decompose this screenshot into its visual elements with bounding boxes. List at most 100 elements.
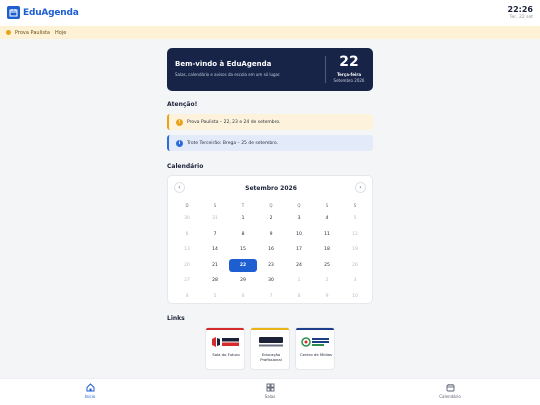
centro-de-midias-logo-icon: [299, 335, 333, 349]
calendar-day[interactable]: 23: [257, 258, 285, 274]
alert-text: Trote Terceirão: Brega – 25 de setembro.: [187, 140, 279, 146]
calendar-day[interactable]: 9: [257, 227, 285, 243]
calendar-day[interactable]: 27: [173, 273, 201, 289]
calendar-day[interactable]: 30: [257, 273, 285, 289]
calendar-day[interactable]: 9: [313, 289, 341, 305]
calendar-day[interactable]: 4: [313, 211, 341, 227]
warning-dot-icon: [6, 30, 11, 35]
calendar-day[interactable]: 10: [341, 289, 369, 305]
calendar-day[interactable]: 29: [229, 273, 257, 289]
educacao-profissional-logo-icon: [254, 335, 288, 349]
calendar-day[interactable]: 1: [285, 273, 313, 289]
link-educacao-profissional[interactable]: Educação Profissional: [250, 327, 290, 370]
calendar-week: 4 5 6 7 8 9 10: [173, 289, 369, 305]
weekday-label: S: [353, 203, 357, 208]
app-logo[interactable]: EduAgenda: [7, 6, 79, 19]
calendar-day[interactable]: 25: [313, 258, 341, 274]
calendar-day[interactable]: 7: [257, 289, 285, 305]
tab-calendario[interactable]: Calendário: [420, 383, 480, 399]
calendar-day[interactable]: 15: [229, 242, 257, 258]
calendar-month-label: Setembro 2026: [245, 185, 297, 192]
next-month-button[interactable]: ›: [355, 182, 366, 193]
weekday-label: Q: [297, 203, 301, 208]
calendar-day[interactable]: 24: [285, 258, 313, 274]
calendar-day[interactable]: 4: [173, 289, 201, 305]
calendar-day[interactable]: 12: [341, 227, 369, 243]
weekday-label: S: [325, 203, 329, 208]
weekday-label: S: [213, 203, 217, 208]
alert-prova-paulista[interactable]: ! Prova Paulista – 22, 23 e 24 de setemb…: [167, 114, 373, 130]
top-bar: EduAgenda 22:26 Ter, 22 set: [0, 0, 540, 26]
weekday-label: T: [241, 203, 245, 208]
calendar-day[interactable]: 11: [313, 227, 341, 243]
tab-inicio[interactable]: Início: [60, 383, 120, 399]
calendar-day[interactable]: 5: [341, 211, 369, 227]
info-icon: i: [176, 139, 183, 147]
calendar-day[interactable]: 3: [341, 273, 369, 289]
main-content: Bem-vindo à EduAgenda Salas, calendário …: [167, 48, 373, 370]
app-name: EduAgenda: [23, 7, 79, 18]
calendar-grid: D S T Q Q S S 30 31 1 2 3 4 5 6 7 8 9 10…: [173, 201, 369, 304]
calendar-day[interactable]: 13: [173, 242, 201, 258]
calendar-day[interactable]: 6: [229, 289, 257, 305]
calendar-day[interactable]: 8: [285, 289, 313, 305]
calendar-day[interactable]: 21: [201, 258, 229, 274]
calendar-icon: [446, 384, 454, 392]
current-month: Setembro 2026: [333, 78, 365, 83]
calendar-week: 27 28 29 30 1 2 3: [173, 273, 369, 289]
calendar-day[interactable]: 1: [229, 211, 257, 227]
calendar-day[interactable]: 7: [201, 227, 229, 243]
calendar-day[interactable]: 31: [201, 211, 229, 227]
calendar-day[interactable]: 30: [173, 211, 201, 227]
welcome-subtitle: Salas, calendário e avisos da escola em …: [175, 72, 281, 77]
alert-trote[interactable]: i Trote Terceirão: Brega – 25 de setembr…: [167, 135, 373, 151]
card-accent: [296, 328, 334, 330]
weekday-label: Q: [269, 203, 273, 208]
calendar-day[interactable]: 3: [285, 211, 313, 227]
hero-divider: [325, 56, 326, 83]
welcome-title: Bem-vindo à EduAgenda: [175, 60, 272, 68]
calendar-day[interactable]: 19: [341, 242, 369, 258]
notice-strip[interactable]: Prova Paulista Hoje: [0, 26, 540, 39]
calendar-logo-icon: [7, 6, 20, 19]
calendar-heading: Calendário: [167, 163, 204, 170]
calendar-day[interactable]: 8: [229, 227, 257, 243]
attention-heading: Atenção!: [167, 101, 198, 108]
clock-time: 22:26: [507, 5, 533, 14]
calendar-day[interactable]: 10: [285, 227, 313, 243]
link-label: Educação Profissional: [260, 352, 282, 362]
calendar-week: 30 31 1 2 3 4 5: [173, 211, 369, 227]
link-sala-do-futuro[interactable]: Sala do Futuro: [205, 327, 245, 370]
calendar-day[interactable]: 28: [201, 273, 229, 289]
calendar-week: 6 7 8 9 10 11 12: [173, 227, 369, 243]
calendar-day[interactable]: 14: [201, 242, 229, 258]
current-weekday: Terça-feira: [336, 72, 362, 77]
calendar-day[interactable]: 6: [173, 227, 201, 243]
notice-text: Prova Paulista: [15, 29, 50, 36]
exclamation-icon: !: [176, 118, 183, 126]
current-day: 22: [339, 54, 359, 70]
sala-do-futuro-logo-icon: [209, 335, 243, 349]
calendar-day-selected[interactable]: 22: [229, 258, 257, 272]
weekday-label: D: [185, 203, 189, 208]
calendar-day[interactable]: 20: [173, 258, 201, 274]
calendar-day[interactable]: 18: [313, 242, 341, 258]
notice-when: Hoje: [54, 29, 67, 36]
welcome-banner: Bem-vindo à EduAgenda Salas, calendário …: [167, 48, 373, 91]
link-centro-de-midias[interactable]: Centro de Mídias: [295, 327, 335, 370]
calendar-day[interactable]: 5: [201, 289, 229, 305]
tab-label: Início: [84, 394, 96, 399]
calendar-day[interactable]: 17: [285, 242, 313, 258]
calendar-week: 13 14 15 16 17 18 19: [173, 242, 369, 258]
card-accent: [206, 328, 244, 330]
calendar-day[interactable]: 2: [257, 211, 285, 227]
link-label: Sala do Futuro: [212, 352, 240, 357]
links-heading: Links: [167, 315, 185, 322]
clock-date: Ter, 22 set: [509, 15, 534, 20]
calendar-day[interactable]: 2: [313, 273, 341, 289]
tab-salas[interactable]: Salas: [240, 383, 300, 399]
calendar-day[interactable]: 16: [257, 242, 285, 258]
tab-label: Calendário: [439, 394, 461, 399]
alert-text: Prova Paulista – 22, 23 e 24 de setembro…: [187, 119, 281, 125]
calendar-day[interactable]: 26: [341, 258, 369, 274]
